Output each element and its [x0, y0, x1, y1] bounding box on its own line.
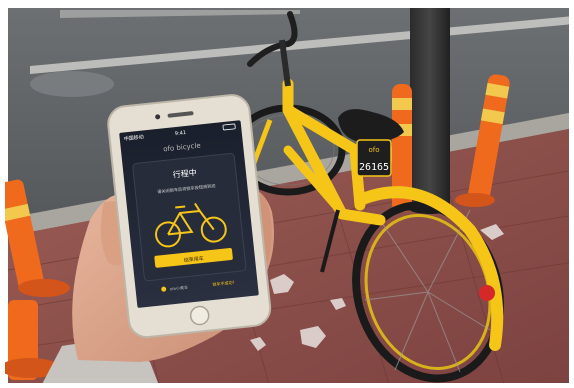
reflector: [479, 285, 495, 301]
smartphone: 中国移动 9:41 ofo bicycle 行程中 请关闭锁车后将锁车按钮滑到底…: [107, 94, 272, 339]
road-patch: [30, 71, 114, 97]
plate-header: ofo: [368, 146, 379, 154]
street-pole: [410, 8, 450, 208]
street-scene: ofo 26165 中国移动 9:41 ofo bicycle 行程中 请关闭锁…: [0, 0, 574, 388]
plate-number: 26165: [359, 162, 389, 173]
status-time: 9:41: [175, 130, 187, 137]
